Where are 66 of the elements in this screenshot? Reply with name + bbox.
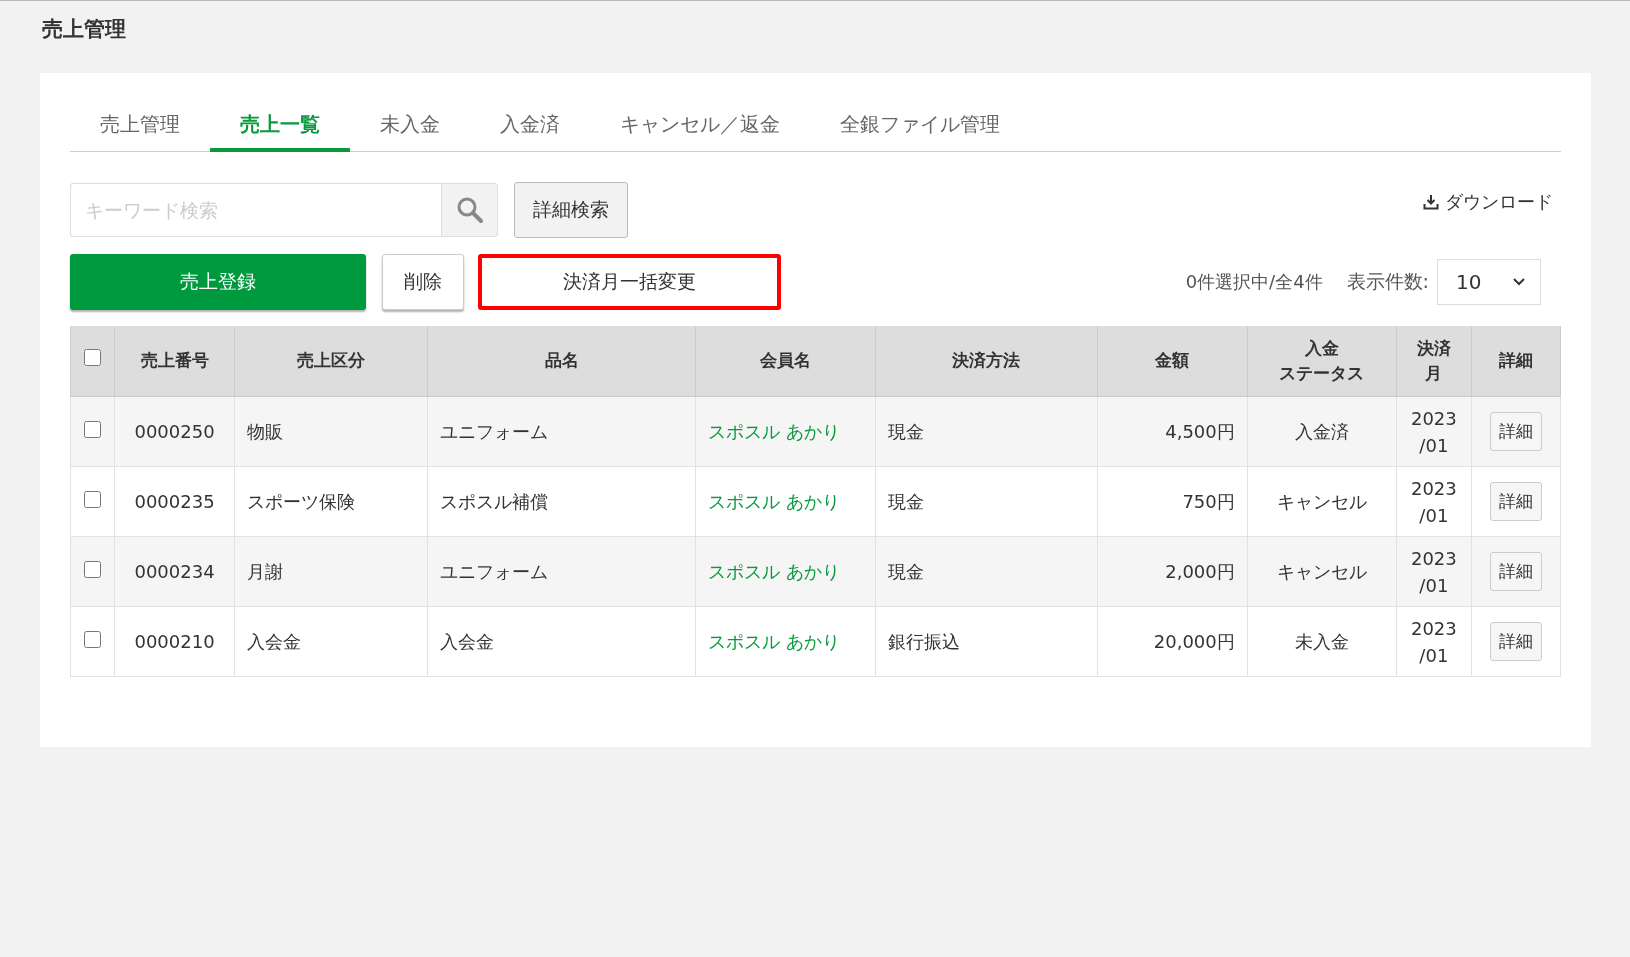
action-button[interactable]: 削除 (382, 254, 464, 310)
download-icon (1423, 194, 1439, 210)
table-cell: 0000235 (114, 466, 235, 537)
column-header: 決済方法 (951, 349, 1022, 373)
tab[interactable]: 売上一覧 (210, 103, 350, 152)
table-cell: 未入金 (1247, 606, 1397, 677)
column-header: 月 (1424, 362, 1444, 385)
detail-button[interactable]: 詳細 (1489, 411, 1542, 452)
search-button[interactable] (441, 183, 498, 237)
table-cell: ユニフォーム (427, 536, 696, 607)
table-cell: 入会金 (234, 606, 428, 677)
select-all-checkbox[interactable] (84, 349, 101, 367)
page-title: 売上管理 (42, 16, 127, 43)
detail-button[interactable]: 詳細 (1489, 551, 1542, 592)
table-cell: 750円 (1097, 466, 1248, 537)
row-checkbox[interactable] (84, 421, 101, 438)
table-cell: 20,000円 (1097, 606, 1248, 677)
table-cell: 2023 /01 (1396, 536, 1472, 607)
selection-count: 0件選択中/全4件 (1185, 270, 1323, 294)
table-cell: 0000210 (114, 606, 235, 677)
column-header: 入金 (1303, 336, 1340, 360)
column-header: 詳細 (1497, 349, 1534, 373)
table-cell: 0000234 (114, 536, 235, 607)
table-cell: 4,500円 (1097, 396, 1248, 467)
column-header: 品名 (543, 349, 580, 373)
action-button[interactable]: 売上登録 (70, 254, 366, 310)
column-header: 決済 (1415, 336, 1452, 360)
table-cell: スポスル補償 (427, 466, 696, 537)
table-cell: キャンセル (1247, 466, 1397, 537)
table-cell: 0000250 (114, 396, 235, 467)
tab[interactable]: 入金済 (470, 103, 590, 152)
tab[interactable]: 売上管理 (70, 103, 210, 152)
table-cell: 2023 /01 (1396, 396, 1472, 467)
table-cell: 銀行振込 (875, 606, 1098, 677)
detail-button[interactable]: 詳細 (1489, 621, 1542, 662)
chevron-down-icon (1512, 277, 1526, 287)
tab[interactable]: 未入金 (350, 103, 470, 152)
column-header: 会員名 (758, 349, 812, 373)
page-size-select[interactable]: 10 (1437, 259, 1541, 305)
detail-button[interactable]: 詳細 (1489, 481, 1542, 522)
table-cell: 現金 (875, 396, 1098, 467)
page-size-label: 表示件数: (1346, 269, 1429, 294)
download-link[interactable]: ダウンロード (1423, 190, 1553, 214)
table-cell: キャンセル (1247, 536, 1397, 607)
table-cell: 物販 (234, 396, 428, 467)
row-checkbox[interactable] (84, 631, 101, 648)
action-button[interactable]: 決済月一括変更 (478, 254, 781, 310)
table-cell: 現金 (875, 466, 1098, 537)
tab[interactable]: 全銀ファイル管理 (810, 103, 1030, 152)
table-cell: 2023 /01 (1396, 606, 1472, 677)
table-cell: スポーツ保険 (234, 466, 428, 537)
row-checkbox[interactable] (84, 491, 101, 508)
table-cell: 現金 (875, 536, 1098, 607)
table-cell: 入金済 (1247, 396, 1397, 467)
table-cell: 2,000円 (1097, 536, 1248, 607)
row-checkbox[interactable] (84, 561, 101, 578)
tab[interactable]: キャンセル／返金 (590, 103, 810, 152)
table-cell: 月謝 (234, 536, 428, 607)
column-header: 売上区分 (296, 349, 367, 373)
column-header: ステータス (1278, 362, 1366, 385)
table-cell: 2023 /01 (1396, 466, 1472, 537)
table-cell: 入会金 (427, 606, 696, 677)
table-cell: ユニフォーム (427, 396, 696, 467)
detail-search-button[interactable]: 詳細検索 (514, 182, 628, 238)
column-header: 金額 (1154, 349, 1191, 373)
column-header: 売上番号 (139, 349, 210, 373)
